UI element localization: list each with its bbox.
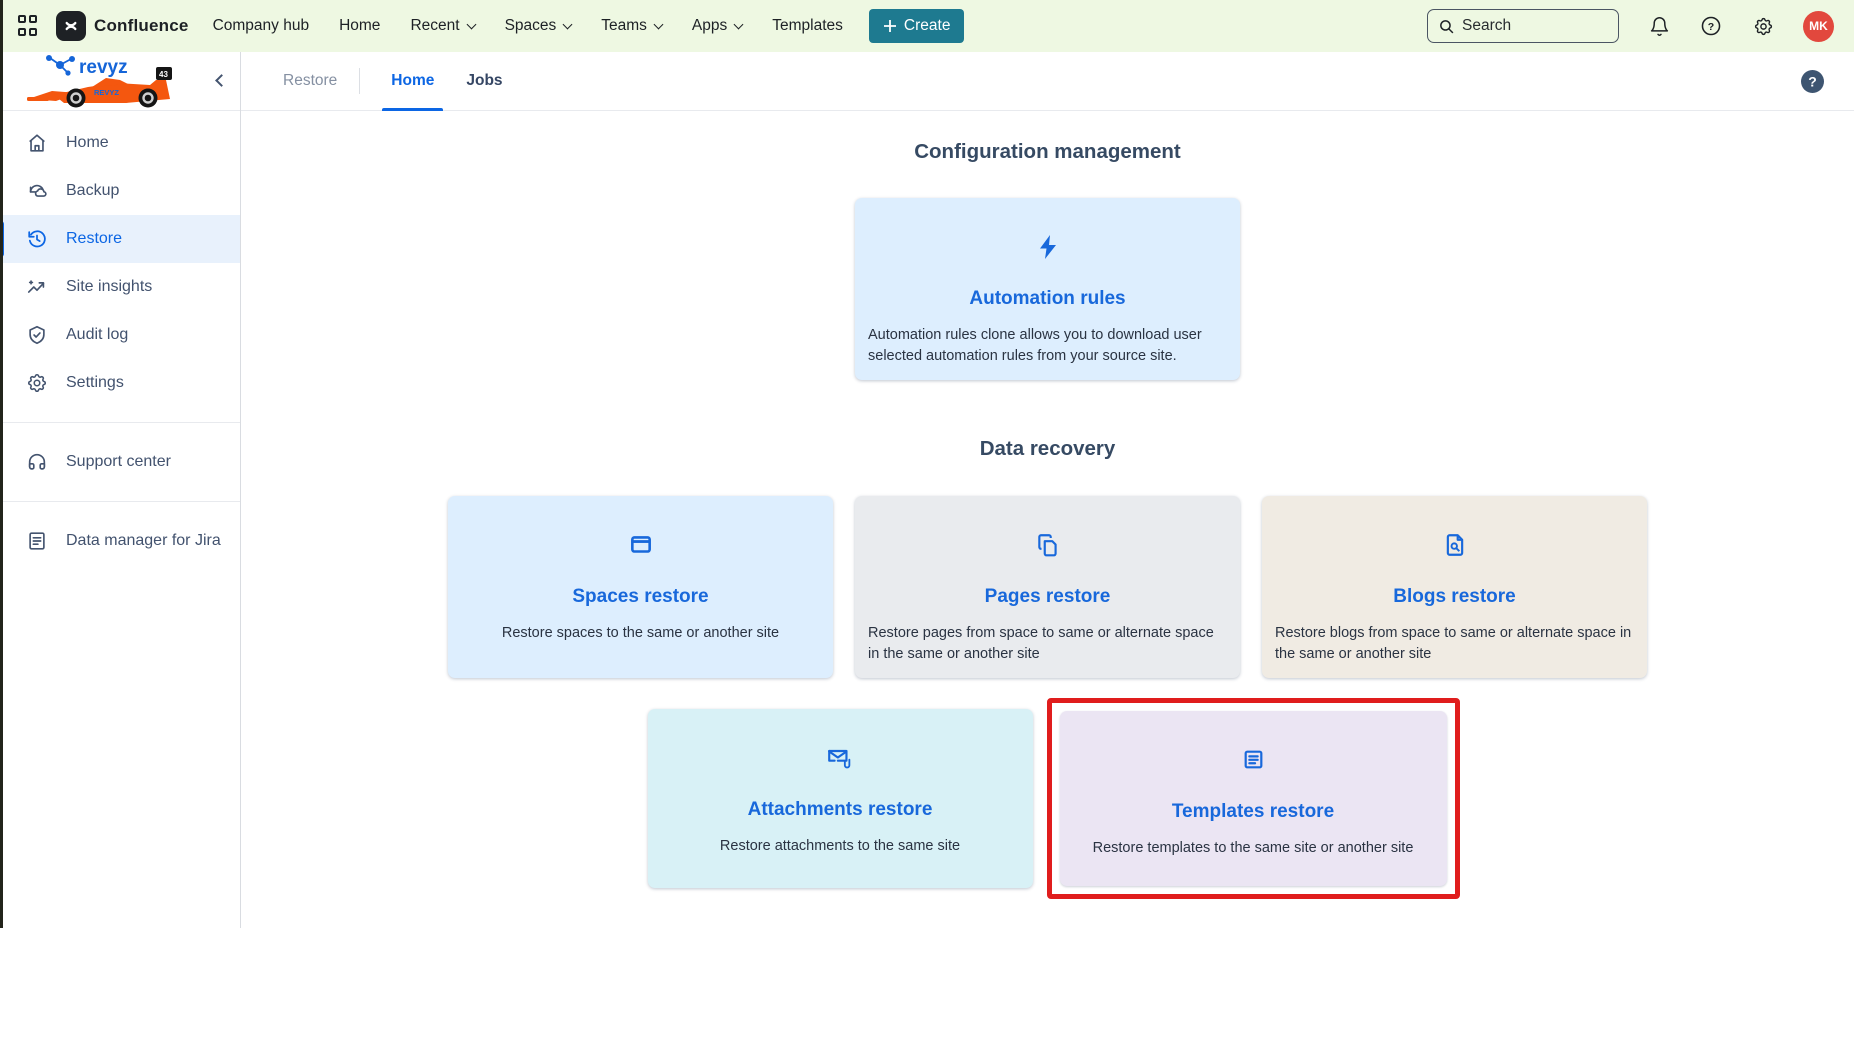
chevron-down-icon — [653, 19, 663, 29]
bell-icon — [1649, 16, 1670, 37]
mail-attachment-icon — [826, 745, 854, 771]
svg-text:?: ? — [1708, 21, 1714, 33]
copy-pages-icon — [1035, 532, 1061, 558]
sidebar-item-settings[interactable]: Settings — [0, 359, 240, 407]
search-input[interactable] — [1462, 17, 1592, 35]
card-attachments-restore[interactable]: Attachments restore Restore attachments … — [648, 709, 1033, 888]
nav-item-spaces[interactable]: Spaces — [505, 17, 572, 35]
page-header: Restore Home Jobs ? — [241, 52, 1854, 111]
primary-nav: Company hub Home Recent Spaces Teams App… — [213, 17, 843, 35]
headset-icon — [26, 451, 48, 473]
card-automation-rules[interactable]: Automation rules Automation rules clone … — [855, 198, 1240, 380]
tab-jobs[interactable]: Jobs — [457, 52, 511, 111]
section-title-configuration: Configuration management — [241, 140, 1854, 164]
insights-icon — [26, 276, 48, 298]
sidebar-brand: revyz 43 REVYZ — [0, 52, 240, 111]
sidebar-item-restore[interactable]: Restore — [0, 215, 240, 263]
page-help-button[interactable]: ? — [1799, 68, 1826, 95]
question-circle-icon: ? — [1799, 68, 1826, 95]
sidebar-item-support-center[interactable]: Support center — [0, 438, 240, 486]
sidebar-item-site-insights[interactable]: Site insights — [0, 263, 240, 311]
top-navigation: Confluence Company hub Home Recent Space… — [0, 0, 1854, 52]
search-field[interactable] — [1427, 9, 1619, 43]
user-avatar[interactable]: MK — [1803, 11, 1834, 42]
card-description: Restore templates to the same site or an… — [1060, 838, 1447, 859]
card-description: Automation rules clone allows you to dow… — [855, 325, 1240, 366]
card-title: Pages restore — [855, 586, 1240, 608]
nav-item-apps[interactable]: Apps — [692, 17, 742, 35]
sidebar-divider — [0, 422, 240, 423]
restore-icon — [26, 228, 48, 250]
window-icon — [628, 532, 654, 558]
tab-home[interactable]: Home — [382, 52, 443, 111]
plus-icon — [883, 19, 897, 33]
file-search-icon — [1442, 532, 1468, 558]
sidebar-item-data-manager-jira[interactable]: Data manager for Jira — [0, 517, 240, 565]
card-title: Automation rules — [855, 288, 1240, 310]
home-icon — [26, 132, 48, 154]
sidebar-menu: Home Backup Restore Site insights — [0, 111, 240, 565]
notifications-button[interactable] — [1647, 14, 1671, 38]
nav-item-home[interactable]: Home — [339, 17, 380, 35]
svg-text:43: 43 — [159, 70, 168, 79]
section-title-data-recovery: Data recovery — [241, 437, 1854, 461]
sidebar-divider — [0, 501, 240, 502]
sidebar-item-audit-log[interactable]: Audit log — [0, 311, 240, 359]
card-title: Templates restore — [1060, 801, 1447, 823]
revyz-logo: revyz 43 REVYZ — [26, 53, 198, 109]
document-icon — [26, 530, 48, 552]
window-edge — [0, 0, 3, 928]
card-title: Attachments restore — [648, 799, 1033, 821]
app-switcher-icon[interactable] — [18, 15, 40, 37]
product-name: Confluence — [94, 16, 189, 36]
chevron-down-icon — [734, 19, 744, 29]
card-description: Restore attachments to the same site — [648, 836, 1033, 857]
nav-item-company-hub[interactable]: Company hub — [213, 17, 310, 35]
card-description: Restore spaces to the same or another si… — [448, 623, 833, 644]
sidebar: revyz 43 REVYZ Home — [0, 52, 241, 928]
card-blogs-restore[interactable]: Blogs restore Restore blogs from space t… — [1262, 496, 1647, 678]
highlight-annotation: Templates restore Restore templates to t… — [1047, 698, 1460, 899]
create-button[interactable]: Create — [869, 9, 965, 43]
article-icon — [1241, 747, 1266, 772]
backup-icon — [26, 180, 48, 202]
confluence-mark-icon — [56, 11, 86, 41]
svg-text:revyz: revyz — [79, 57, 128, 78]
nav-item-templates[interactable]: Templates — [772, 17, 843, 35]
svg-text:?: ? — [1808, 74, 1817, 90]
confluence-logo[interactable]: Confluence — [56, 11, 189, 41]
card-pages-restore[interactable]: Pages restore Restore pages from space t… — [855, 496, 1240, 678]
chevron-down-icon — [466, 19, 476, 29]
header-divider — [359, 68, 360, 94]
settings-icon — [26, 372, 48, 394]
question-icon: ? — [1700, 15, 1722, 37]
help-button[interactable]: ? — [1699, 14, 1723, 38]
sidebar-item-backup[interactable]: Backup — [0, 167, 240, 215]
lightning-icon — [1036, 234, 1060, 260]
audit-icon — [26, 324, 48, 346]
main-area: Restore Home Jobs ? Configuration manage… — [241, 52, 1854, 928]
card-spaces-restore[interactable]: Spaces restore Restore spaces to the sam… — [448, 496, 833, 678]
card-description: Restore pages from space to same or alte… — [855, 623, 1240, 664]
collapse-sidebar-button[interactable] — [215, 74, 228, 87]
breadcrumb[interactable]: Restore — [283, 72, 337, 90]
chevron-down-icon — [563, 19, 573, 29]
nav-item-teams[interactable]: Teams — [601, 17, 662, 35]
card-title: Blogs restore — [1262, 586, 1647, 608]
sidebar-item-home[interactable]: Home — [0, 119, 240, 167]
svg-text:REVYZ: REVYZ — [94, 88, 119, 97]
card-templates-restore[interactable]: Templates restore Restore templates to t… — [1060, 711, 1447, 886]
gear-icon — [1753, 16, 1774, 37]
nav-item-recent[interactable]: Recent — [410, 17, 474, 35]
search-icon — [1438, 18, 1455, 35]
card-description: Restore blogs from space to same or alte… — [1262, 623, 1647, 664]
settings-button[interactable] — [1751, 14, 1775, 38]
restore-home-content: Configuration management Automation rule… — [241, 111, 1854, 899]
card-title: Spaces restore — [448, 586, 833, 608]
